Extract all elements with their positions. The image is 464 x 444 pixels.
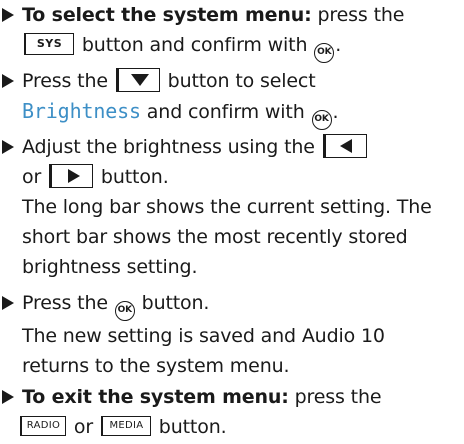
step-line: SYS button and confirm with OK. — [22, 30, 464, 63]
step-adjust-brightness: Adjust the brightness using the or butto… — [0, 132, 464, 282]
step-text: button. — [95, 166, 169, 188]
step-text: button and confirm with — [76, 34, 314, 56]
radio-key-label: RADIO — [26, 420, 61, 431]
instruction-page: To select the system menu: press the SYS… — [0, 0, 464, 444]
step-line: Adjust the brightness using the — [22, 132, 464, 162]
step-text: press the — [288, 386, 382, 408]
step-line: Press the OK button. — [22, 288, 464, 321]
step-line: returns to the system menu. — [22, 355, 290, 377]
ok-button-icon: OK — [311, 110, 332, 130]
step-text: Press the — [22, 292, 114, 314]
right-arrow-icon — [49, 164, 94, 188]
step-text: press the — [311, 4, 405, 26]
sys-key-icon: SYS — [24, 33, 74, 55]
bullet-arrow-icon — [2, 74, 14, 88]
step-save-setting: Press the OK button. The new setting is … — [0, 288, 464, 381]
step-line: Press the button to select — [22, 66, 464, 96]
media-key-icon: MEDIA — [100, 416, 151, 436]
radio-key-icon: RADIO — [20, 416, 66, 436]
step-text: . — [332, 101, 339, 123]
step-text: . — [335, 34, 342, 56]
bullet-arrow-icon — [2, 8, 14, 22]
step-line: or button. — [22, 162, 464, 192]
ok-button-icon: OK — [114, 301, 135, 321]
step-line: To exit the system menu: press the — [22, 382, 464, 412]
down-arrow-icon — [115, 68, 160, 92]
step-exit-system-menu: To exit the system menu: press the RADIO… — [0, 382, 464, 442]
step-line: To select the system menu: press the — [22, 0, 464, 30]
step-text: button to select — [161, 70, 316, 92]
step-line: Brightness and confirm with OK. — [22, 96, 464, 130]
step-text: and confirm with — [140, 101, 311, 123]
ok-button-icon: OK — [314, 43, 335, 63]
step-line: RADIO or MEDIA button. — [18, 412, 464, 442]
step-lead: To exit the system menu: — [22, 386, 289, 408]
media-key-label: MEDIA — [109, 420, 144, 431]
left-arrow-icon — [322, 134, 367, 158]
bullet-arrow-icon — [2, 296, 14, 310]
step-text: Adjust the brightness using the — [22, 136, 321, 158]
step-select-brightness: Press the button to select Brightness an… — [0, 66, 464, 130]
bullet-arrow-icon — [2, 390, 14, 404]
bullet-arrow-icon — [2, 140, 14, 154]
step-text: button. — [135, 292, 210, 314]
display-brightness-text: Brightness — [22, 99, 141, 123]
sys-key-label: SYS — [36, 37, 63, 50]
step-line: brightness setting. — [22, 256, 198, 278]
step-lead: To select the system menu: — [22, 4, 312, 26]
step-text: or — [68, 416, 99, 438]
step-text: or — [22, 166, 48, 188]
step-line: short bar shows the most recently stored — [22, 226, 408, 248]
step-line: The new setting is saved and Audio 10 — [22, 325, 385, 347]
step-text: button. — [152, 416, 227, 438]
step-text: Press the — [22, 70, 114, 92]
step-line: The long bar shows the current setting. … — [22, 196, 432, 218]
step-select-system-menu: To select the system menu: press the SYS… — [0, 0, 464, 63]
